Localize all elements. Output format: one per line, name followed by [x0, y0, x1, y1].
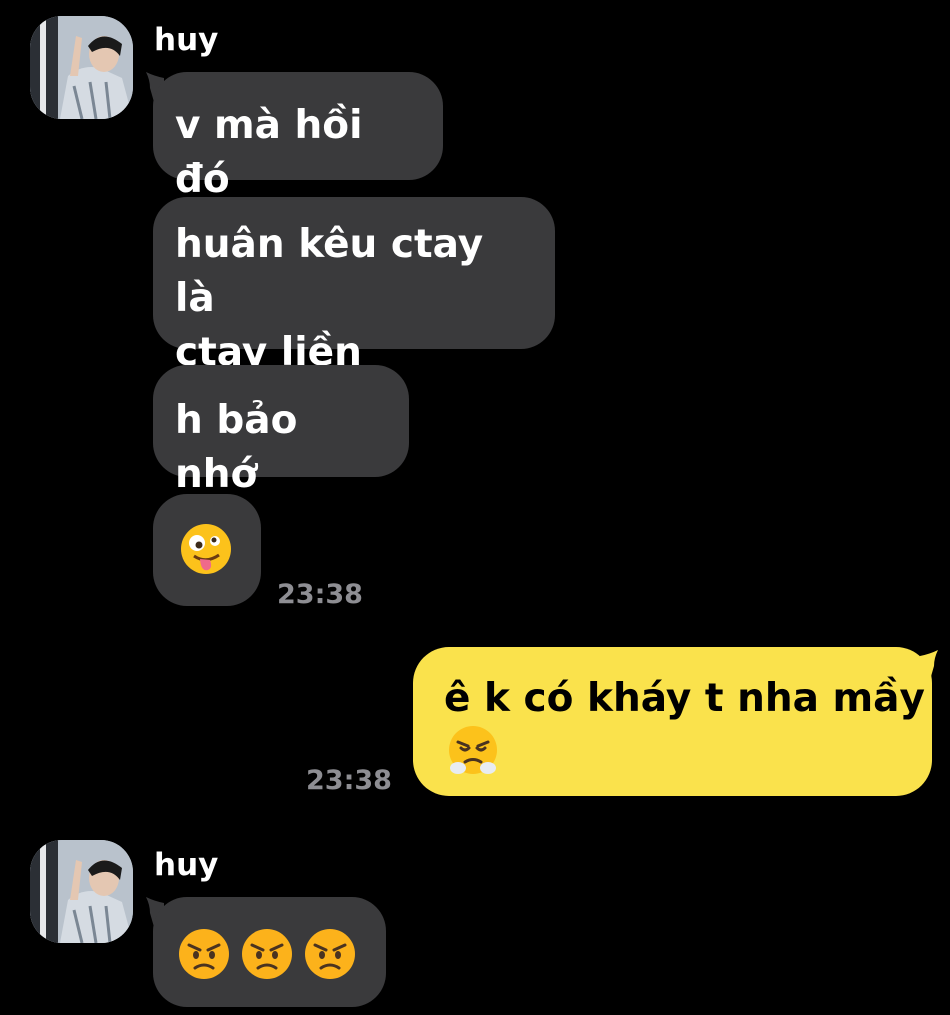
message-timestamp: 23:38 [306, 765, 392, 796]
message-timestamp: 23:38 [277, 579, 363, 610]
sender-name: huy [154, 22, 219, 58]
angry-face-icon [179, 929, 229, 979]
message-bubble[interactable]: huân kêu ctay là ctay liền [153, 197, 555, 375]
angry-face-icon [305, 929, 355, 979]
message-text: ê k có kháy t nha mầy [444, 676, 925, 721]
message-text: h bảo nhớ [175, 398, 298, 497]
message-text-line: huân kêu ctay là [175, 222, 484, 321]
avatar-photo [30, 840, 133, 943]
message-bubble[interactable]: ê k có kháy t nha mầy [413, 647, 932, 796]
message-text: v mà hồi đó [175, 103, 363, 202]
message-bubble[interactable] [153, 897, 386, 1007]
message-bubble[interactable] [153, 494, 261, 606]
bubble-tail [920, 650, 938, 680]
avatar-photo [30, 16, 133, 119]
avatar[interactable] [30, 16, 133, 119]
message-bubble[interactable]: h bảo nhớ [153, 365, 409, 497]
zany-face-icon [181, 524, 231, 574]
message-bubble[interactable]: v mà hồi đó [153, 72, 443, 202]
angry-face-icon [242, 929, 292, 979]
sender-name: huy [154, 847, 219, 883]
steam-face-icon [449, 726, 497, 774]
avatar[interactable] [30, 840, 133, 943]
